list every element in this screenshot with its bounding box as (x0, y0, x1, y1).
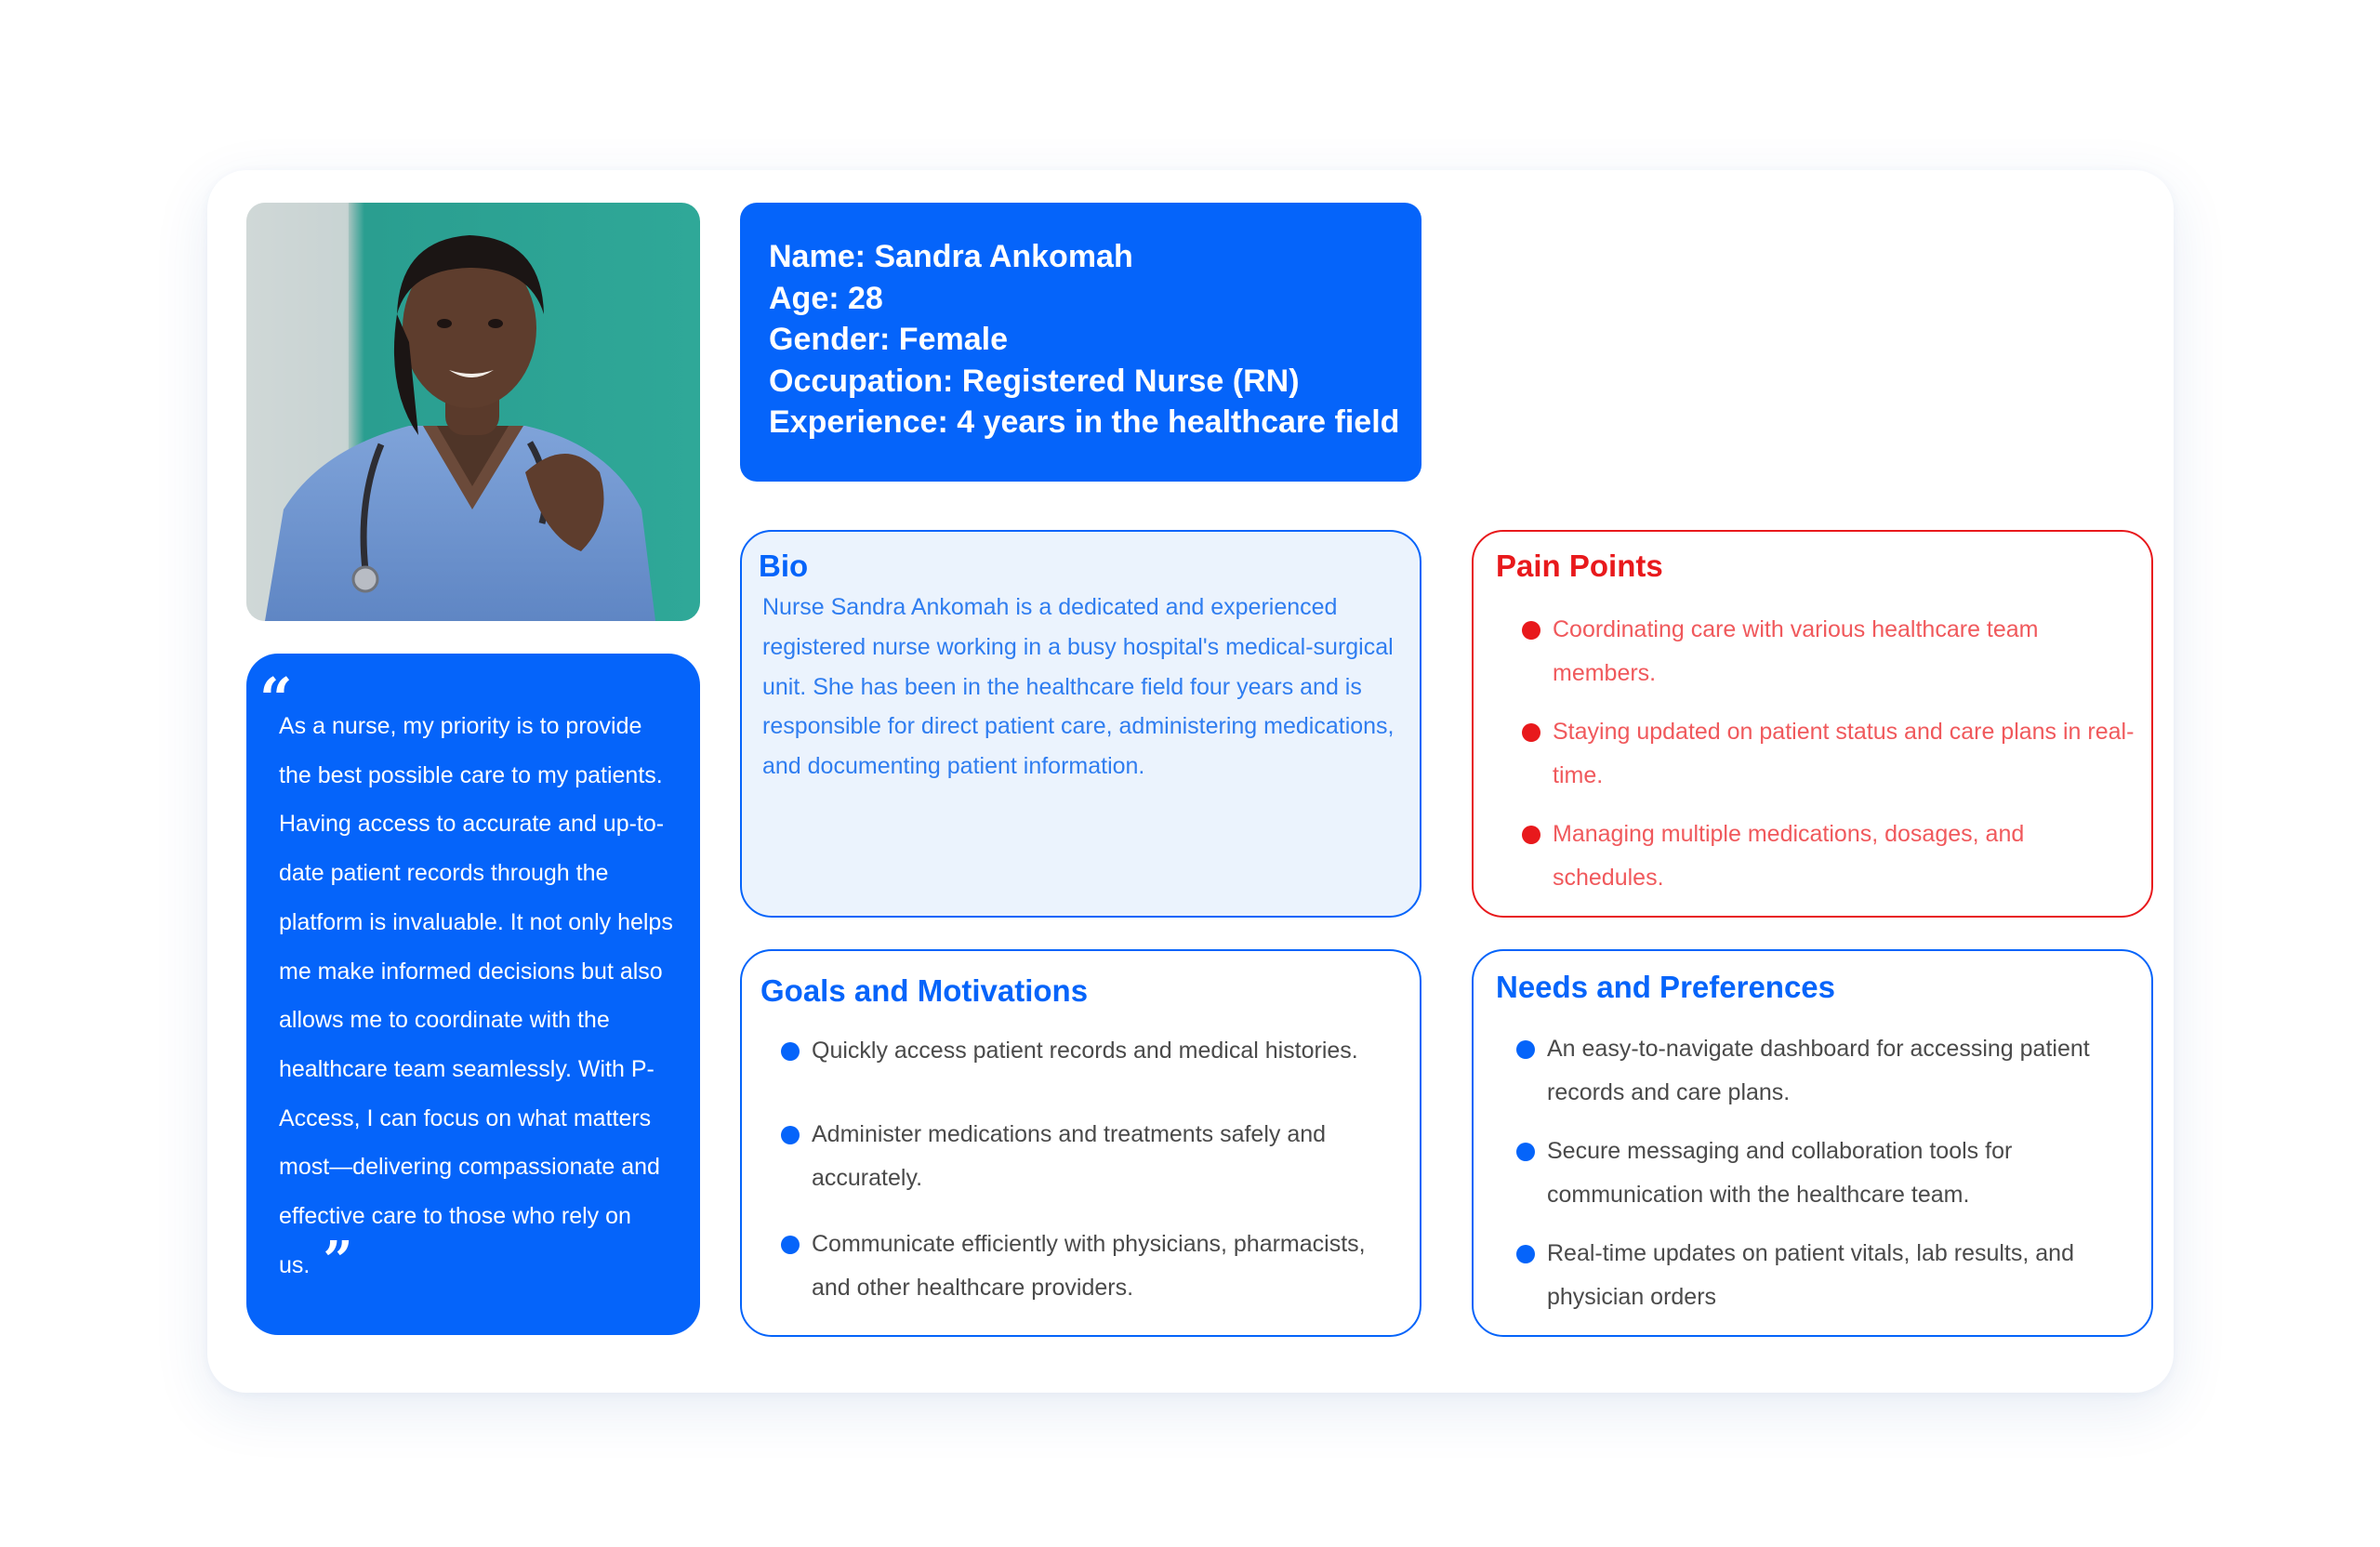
goal-item: Quickly access patient records and medic… (781, 1029, 1404, 1073)
quote-close-icon: ” (323, 1229, 353, 1291)
needs-title: Needs and Preferences (1496, 970, 1836, 1004)
bullet-dot-icon (781, 1126, 800, 1144)
goals-title: Goals and Motivations (760, 973, 1089, 1008)
need-item: Real-time updates on patient vitals, lab… (1516, 1232, 2135, 1318)
pain-points-panel: Pain Points Coordinating care with vario… (1472, 530, 2153, 918)
quote-text: As a nurse, my priority is to provide th… (279, 713, 673, 1291)
pain-point-item: Managing multiple medications, dosages, … (1522, 813, 2140, 899)
pain-point-item: Staying updated on patient status and ca… (1522, 710, 2149, 797)
persona-info-card: Name: Sandra Ankomah Age: 28 Gender: Fem… (740, 203, 1421, 482)
goal-item: Communicate efficiently with physicians,… (781, 1223, 1404, 1309)
goal-item: Administer medications and treatments sa… (781, 1113, 1385, 1199)
need-item: An easy-to-navigate dashboard for access… (1516, 1027, 2135, 1114)
bullet-dot-icon (1516, 1143, 1535, 1161)
need-item: Secure messaging and collaboration tools… (1516, 1130, 2135, 1216)
bullet-dot-icon (781, 1042, 800, 1061)
bullet-dot-icon (1522, 826, 1540, 844)
bullet-dot-icon (1522, 723, 1540, 742)
bio-title: Bio (759, 549, 809, 583)
needs-panel: Needs and Preferences An easy-to-navigat… (1472, 949, 2153, 1337)
persona-gender: Gender: Female (769, 322, 1008, 357)
persona-experience: Experience: 4 years in the healthcare fi… (769, 404, 1400, 440)
bullet-dot-icon (1522, 621, 1540, 640)
persona-name: Name: Sandra Ankomah (769, 239, 1133, 274)
pain-point-item: Coordinating care with various healthcar… (1522, 608, 2140, 694)
bullet-dot-icon (1516, 1040, 1535, 1059)
goals-panel: Goals and Motivations Quickly access pat… (740, 949, 1421, 1337)
bio-panel: Bio Nurse Sandra Ankomah is a dedicated … (740, 530, 1421, 918)
bio-text: Nurse Sandra Ankomah is a dedicated and … (762, 594, 1395, 780)
persona-age: Age: 28 (769, 280, 883, 316)
pain-points-title: Pain Points (1496, 549, 1663, 583)
bullet-dot-icon (781, 1236, 800, 1254)
bullet-dot-icon (1516, 1245, 1535, 1263)
profile-photo (246, 203, 700, 621)
persona-occupation: Occupation: Registered Nurse (RN) (769, 363, 1300, 399)
testimonial-quote: “ As a nurse, my priority is to provide … (246, 654, 700, 1335)
